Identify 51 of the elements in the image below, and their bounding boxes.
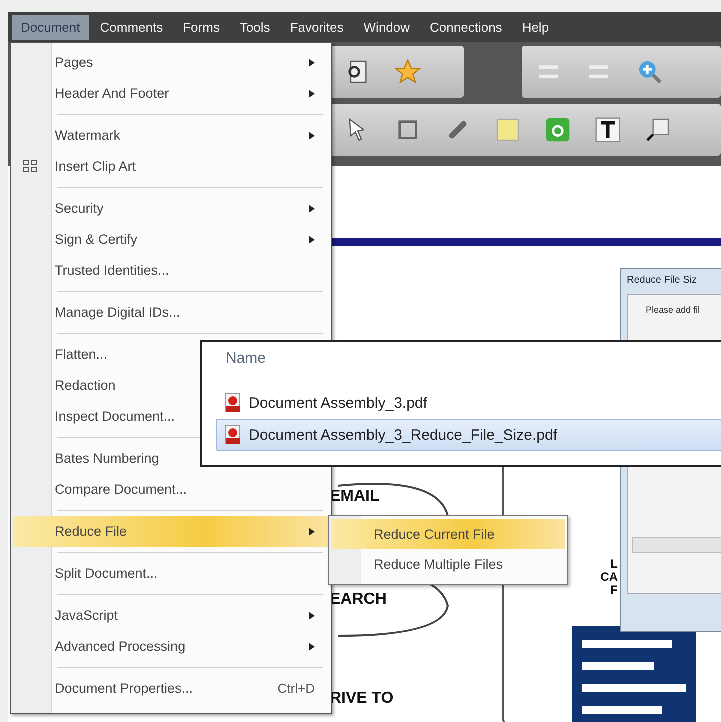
menu-bar-item[interactable]: Connections <box>421 14 512 40</box>
file-row[interactable]: Document Assembly_3_Reduce_File_Size.pdf <box>216 419 721 451</box>
diagram-label: CA <box>600 571 618 584</box>
column-header[interactable]: Name <box>226 350 266 367</box>
scroll-bar[interactable] <box>632 537 721 553</box>
callout-icon[interactable] <box>644 116 672 144</box>
submenu-arrow-icon <box>309 236 315 244</box>
menu-bar-item[interactable]: Window <box>354 14 420 40</box>
menu-item[interactable]: Insert Clip Art <box>13 151 329 182</box>
menu-item[interactable]: Trusted Identities... <box>13 255 329 286</box>
menu-item[interactable]: Reduce File <box>13 516 329 547</box>
menu-item[interactable]: Advanced Processing <box>13 631 329 662</box>
pdf-file-icon <box>225 393 241 413</box>
menu-item[interactable]: Reduce Current File <box>331 519 565 549</box>
menu-item[interactable]: Manage Digital IDs... <box>13 297 329 328</box>
menu-item[interactable]: Reduce Multiple Files <box>331 549 565 579</box>
menu-item[interactable]: Security <box>13 193 329 224</box>
submenu-arrow-icon <box>309 204 315 212</box>
menu-bar-item[interactable]: Document <box>12 14 90 40</box>
menu-item[interactable]: Pages <box>13 47 329 78</box>
submenu-arrow-icon <box>309 90 315 98</box>
diagram-label: F <box>610 584 618 597</box>
menu-item[interactable]: JavaScript <box>13 600 329 631</box>
menu-item[interactable]: Compare Document... <box>13 474 329 505</box>
pdf-file-icon <box>225 425 241 445</box>
text-tool-icon[interactable] <box>594 116 622 144</box>
diagram-label: EMAIL <box>330 488 380 506</box>
submenu-arrow-icon <box>309 132 315 140</box>
submenu-arrow-icon <box>309 528 315 536</box>
submenu-arrow-icon <box>309 612 315 620</box>
menu-bar-item[interactable]: Comments <box>91 14 172 40</box>
menu-item[interactable]: Sign & Certify <box>13 224 329 255</box>
shortcut-text: Ctrl+D <box>278 681 315 696</box>
menu-bar-item[interactable]: Favorites <box>281 14 353 40</box>
grid-icon <box>23 160 39 174</box>
star-icon[interactable] <box>394 58 422 86</box>
diagram-label: EARCH <box>330 591 387 609</box>
submenu-arrow-icon <box>309 642 315 650</box>
menu-item[interactable]: Watermark <box>13 120 329 151</box>
menu-bar-item[interactable]: Forms <box>174 14 229 40</box>
menu-bar-item[interactable]: Help <box>513 14 558 40</box>
submenu-arrow-icon <box>309 58 315 66</box>
dialog-title: Reduce File Siz <box>627 275 698 286</box>
dialog-text: Please add fil <box>646 305 702 315</box>
menu-item[interactable]: Split Document... <box>13 558 329 589</box>
menu-item[interactable]: Document Properties... Ctrl+D <box>13 673 329 704</box>
menu-bar-item[interactable]: Tools <box>230 14 280 40</box>
menu-item[interactable]: Header And Footer <box>13 78 329 109</box>
app-logo-icon[interactable] <box>544 116 572 144</box>
file-row[interactable]: Document Assembly_3.pdf <box>216 387 721 419</box>
diagram-label: L <box>610 558 618 571</box>
